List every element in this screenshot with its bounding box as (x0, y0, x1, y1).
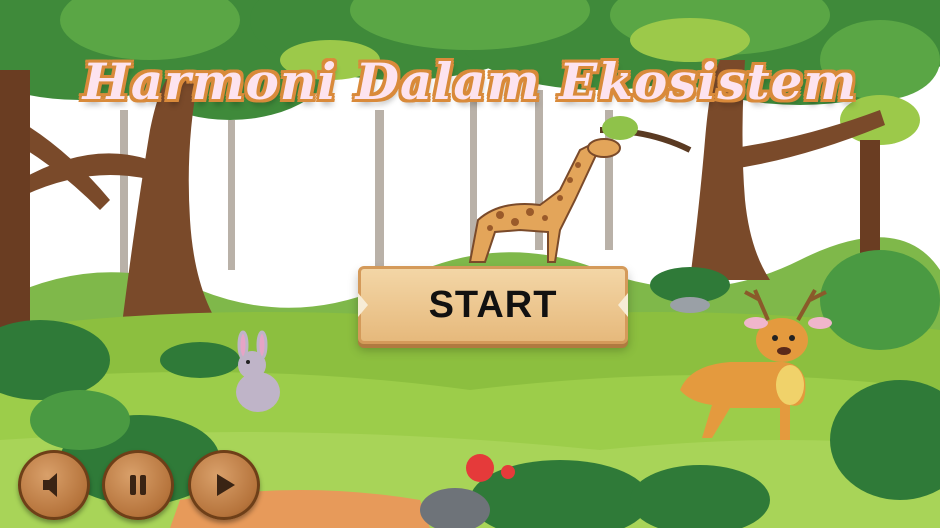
play-button[interactable] (188, 450, 260, 520)
start-button[interactable]: START (358, 266, 628, 344)
play-icon (217, 474, 235, 496)
pause-button[interactable] (102, 450, 174, 520)
previous-button[interactable] (18, 450, 90, 520)
sound-prev-icon (43, 473, 57, 497)
game-title: Harmoni Dalam Ekosistem (82, 52, 858, 111)
start-button-label: START (428, 283, 558, 326)
pause-icon (130, 475, 146, 495)
